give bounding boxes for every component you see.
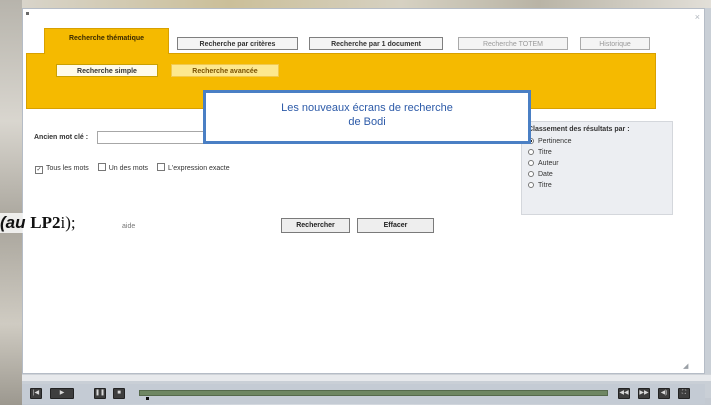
option-all-words[interactable]: ✓ Tous les mots	[35, 165, 89, 174]
option-exact-phrase-label: L'expression exacte	[168, 165, 230, 172]
sort-option-label: Date	[538, 171, 553, 178]
checkbox-any-word[interactable]	[97, 163, 106, 171]
callout-line-1: Les nouveaux écrans de recherche	[281, 102, 453, 114]
option-any-word-label: Un des mots	[108, 165, 149, 172]
option-any-word[interactable]: Un des mots	[97, 163, 149, 172]
sort-option-date[interactable]: Date	[528, 169, 666, 180]
tab-totem-search[interactable]: Recherche TOTEM	[458, 37, 568, 50]
background-left	[0, 0, 22, 405]
subtab-advanced-search[interactable]: Recherche avancée	[171, 64, 279, 77]
horizontal-scrollbar[interactable]	[22, 374, 711, 381]
checkbox-exact-phrase[interactable]	[157, 163, 165, 171]
overlay-caption: (au LP2i);	[0, 213, 76, 233]
sort-option-relevance[interactable]: Pertinence	[528, 136, 666, 147]
caption-part-2: LP2	[30, 213, 61, 232]
fullscreen-icon[interactable]: ⛶	[678, 388, 690, 399]
radio-title-2[interactable]	[528, 182, 534, 188]
window-corner-mark	[26, 12, 29, 15]
sort-option-label: Titre	[538, 149, 552, 156]
tab-history[interactable]: Historique	[580, 37, 650, 50]
radio-author[interactable]	[528, 160, 534, 166]
sort-option-label: Titre	[538, 182, 552, 189]
back-icon[interactable]: ◀◀	[618, 388, 630, 399]
search-label: Ancien mot clé :	[34, 134, 89, 141]
search-button[interactable]: Rechercher	[281, 218, 350, 233]
subtab-simple-search[interactable]: Recherche simple	[56, 64, 158, 77]
match-options: ✓ Tous les mots Un des mots L'expression …	[35, 163, 237, 174]
sort-option-label: Pertinence	[538, 138, 572, 145]
callout-line-2: de Bodi	[348, 116, 386, 128]
background-top	[22, 0, 711, 8]
sort-title: Classement des résultats par :	[528, 126, 630, 133]
sort-panel: Classement des résultats par : Pertinenc…	[521, 121, 673, 215]
caption-part-1: (au	[0, 213, 31, 232]
tab-document-search[interactable]: Recherche par 1 document	[309, 37, 443, 50]
tab-criteria-search[interactable]: Recherche par critères	[177, 37, 298, 50]
sort-option-author[interactable]: Auteur	[528, 158, 666, 169]
sort-option-label: Auteur	[538, 160, 559, 167]
clear-button[interactable]: Effacer	[357, 218, 434, 233]
radio-title[interactable]	[528, 149, 534, 155]
sort-option-title-2[interactable]: Titre	[528, 180, 666, 191]
checkbox-all-words[interactable]: ✓	[35, 166, 43, 174]
pause-icon[interactable]: ❚❚	[94, 388, 106, 399]
rewind-icon[interactable]: |◀	[30, 388, 42, 399]
close-icon[interactable]: ×	[695, 12, 700, 22]
progress-thumb[interactable]	[145, 397, 149, 400]
play-icon[interactable]: ▶	[50, 388, 74, 399]
volume-icon[interactable]: ◀)	[658, 388, 670, 399]
help-link[interactable]: aide	[122, 223, 135, 230]
radio-date[interactable]	[528, 171, 534, 177]
forward-icon[interactable]: ▶▶	[638, 388, 650, 399]
option-exact-phrase[interactable]: L'expression exacte	[157, 163, 230, 172]
scroll-corner-icon[interactable]: ◢	[683, 362, 688, 370]
stop-icon[interactable]: ■	[113, 388, 125, 399]
option-all-words-label: Tous les mots	[46, 165, 89, 172]
progress-track[interactable]	[139, 390, 608, 396]
sort-option-title[interactable]: Titre	[528, 147, 666, 158]
tab-thematic-search[interactable]: Recherche thématique	[44, 28, 169, 54]
caption-part-3: i);	[60, 213, 76, 232]
callout-banner: Les nouveaux écrans de recherche de Bodi	[203, 90, 531, 144]
